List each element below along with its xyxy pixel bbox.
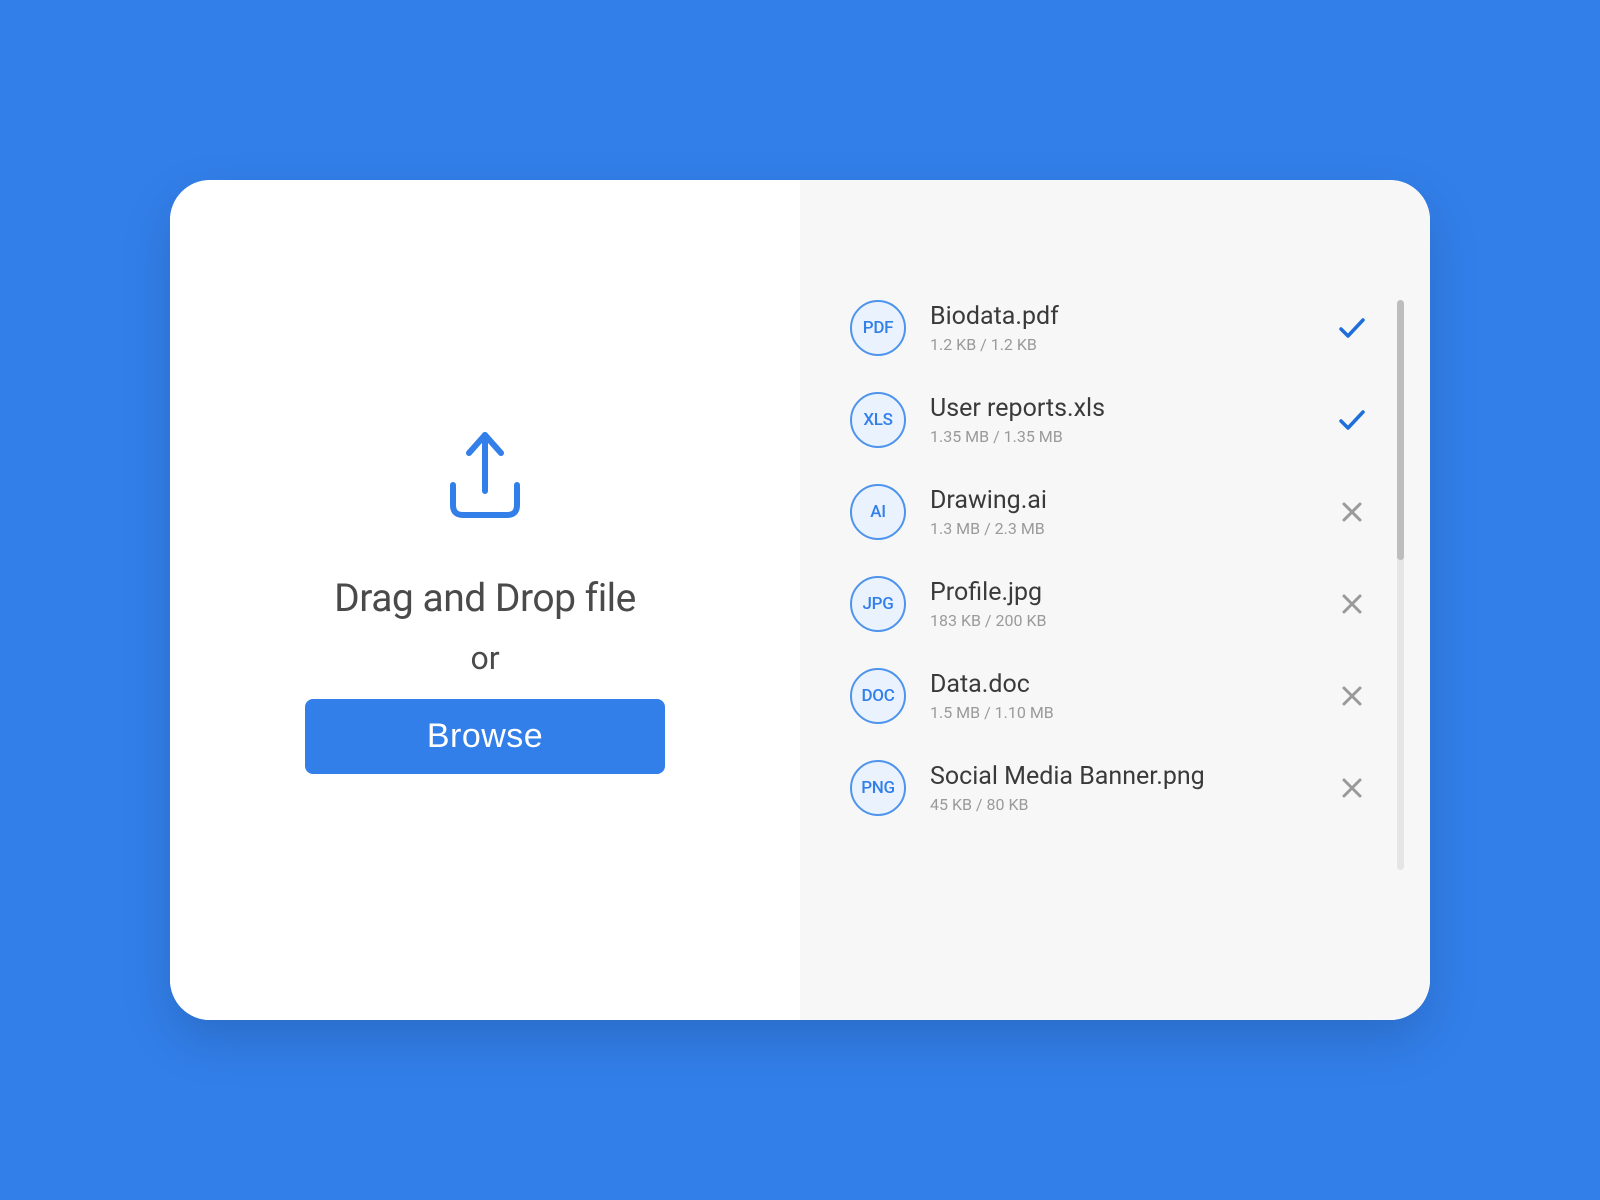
file-type-badge: JPG bbox=[850, 576, 906, 632]
file-type-badge: PDF bbox=[850, 300, 906, 356]
close-icon[interactable] bbox=[1334, 770, 1370, 806]
drop-zone[interactable]: Drag and Drop file or Browse bbox=[170, 180, 800, 1020]
file-row: JPG Profile.jpg 183 KB / 200 KB bbox=[850, 576, 1370, 632]
close-icon[interactable] bbox=[1334, 494, 1370, 530]
file-name: Drawing.ai bbox=[930, 486, 1310, 515]
browse-button[interactable]: Browse bbox=[305, 699, 665, 774]
drop-title: Drag and Drop file bbox=[334, 575, 636, 621]
file-type-badge: DOC bbox=[850, 668, 906, 724]
upload-card: Drag and Drop file or Browse PDF Biodata… bbox=[170, 180, 1430, 1020]
file-type-badge: XLS bbox=[850, 392, 906, 448]
file-row: PDF Biodata.pdf 1.2 KB / 1.2 KB bbox=[850, 300, 1370, 356]
file-size: 45 KB / 80 KB bbox=[930, 795, 1310, 814]
file-list: PDF Biodata.pdf 1.2 KB / 1.2 KB XLS User… bbox=[850, 300, 1370, 860]
file-info: Biodata.pdf 1.2 KB / 1.2 KB bbox=[930, 302, 1310, 354]
file-size: 1.5 MB / 1.10 MB bbox=[930, 703, 1310, 722]
close-icon[interactable] bbox=[1334, 678, 1370, 714]
file-size: 183 KB / 200 KB bbox=[930, 611, 1310, 630]
checkmark-icon bbox=[1334, 402, 1370, 438]
file-info: Profile.jpg 183 KB / 200 KB bbox=[930, 578, 1310, 630]
file-type-badge: PNG bbox=[850, 760, 906, 816]
file-row: AI Drawing.ai 1.3 MB / 2.3 MB bbox=[850, 484, 1370, 540]
scrollbar[interactable] bbox=[1397, 300, 1404, 870]
scrollbar-thumb[interactable] bbox=[1397, 300, 1404, 560]
file-info: Social Media Banner.png 45 KB / 80 KB bbox=[930, 762, 1310, 814]
file-info: Drawing.ai 1.3 MB / 2.3 MB bbox=[930, 486, 1310, 538]
checkmark-icon bbox=[1334, 310, 1370, 346]
file-size: 1.35 MB / 1.35 MB bbox=[930, 427, 1310, 446]
file-size: 1.3 MB / 2.3 MB bbox=[930, 519, 1310, 538]
file-size: 1.2 KB / 1.2 KB bbox=[930, 335, 1310, 354]
file-type-badge: AI bbox=[850, 484, 906, 540]
file-row: DOC Data.doc 1.5 MB / 1.10 MB bbox=[850, 668, 1370, 724]
file-name: Profile.jpg bbox=[930, 578, 1310, 607]
drop-or: or bbox=[470, 639, 499, 677]
file-name: Data.doc bbox=[930, 670, 1310, 699]
file-name: Social Media Banner.png bbox=[930, 762, 1310, 791]
file-info: User reports.xls 1.35 MB / 1.35 MB bbox=[930, 394, 1310, 446]
file-row: PNG Social Media Banner.png 45 KB / 80 K… bbox=[850, 760, 1370, 816]
file-name: User reports.xls bbox=[930, 394, 1310, 423]
file-row: XLS User reports.xls 1.35 MB / 1.35 MB bbox=[850, 392, 1370, 448]
close-icon[interactable] bbox=[1334, 586, 1370, 622]
file-name: Biodata.pdf bbox=[930, 302, 1310, 331]
file-info: Data.doc 1.5 MB / 1.10 MB bbox=[930, 670, 1310, 722]
upload-icon bbox=[435, 427, 535, 525]
file-list-panel: PDF Biodata.pdf 1.2 KB / 1.2 KB XLS User… bbox=[800, 180, 1430, 1020]
